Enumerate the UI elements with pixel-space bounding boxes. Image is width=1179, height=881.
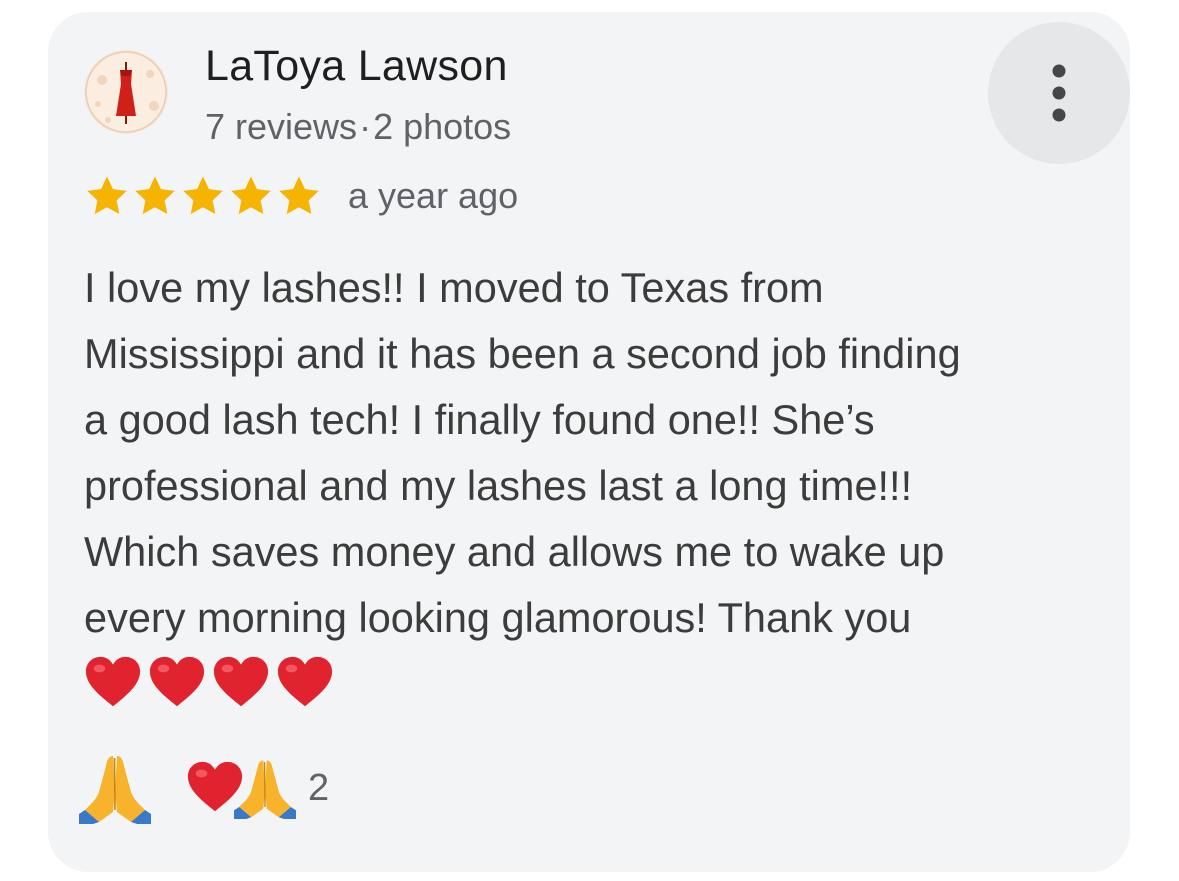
author-name[interactable]: LaToya Lawson	[205, 42, 508, 91]
heart-emoji-icon	[213, 656, 269, 707]
star-icon	[183, 176, 223, 215]
review-text: I love my lashes!! I moved to Texas from…	[84, 264, 961, 641]
reaction-summary[interactable]: 2	[186, 755, 329, 821]
more-options-button[interactable]	[988, 22, 1130, 164]
star-icon	[231, 176, 271, 215]
reactions-bar: 2	[78, 752, 329, 824]
star-icon	[279, 176, 319, 215]
meta-separator: ·	[359, 106, 372, 147]
heart-emoji-icon	[277, 656, 333, 707]
heart-emoji-icon	[149, 656, 205, 707]
more-vertical-icon	[1052, 64, 1066, 122]
reaction-count: 2	[308, 766, 330, 809]
star-icon	[135, 176, 175, 215]
react-button[interactable]	[78, 752, 152, 824]
author-avatar[interactable]	[84, 50, 168, 134]
author-stats: 7 reviews·2 photos	[205, 106, 511, 148]
review-time: a year ago	[348, 175, 519, 216]
review-emoji-line	[84, 654, 334, 712]
heart-emoji-icon	[85, 656, 141, 707]
author-photos-count: 2 photos	[373, 106, 512, 147]
avatar-red-dress-image	[84, 50, 168, 134]
folded-hands-icon	[79, 756, 151, 824]
rating-row: a year ago	[84, 172, 518, 220]
star-rating	[84, 173, 322, 219]
folded-hands-emoji-icon	[234, 760, 296, 819]
author-reviews-count: 7 reviews	[205, 106, 358, 147]
star-icon	[87, 176, 127, 215]
